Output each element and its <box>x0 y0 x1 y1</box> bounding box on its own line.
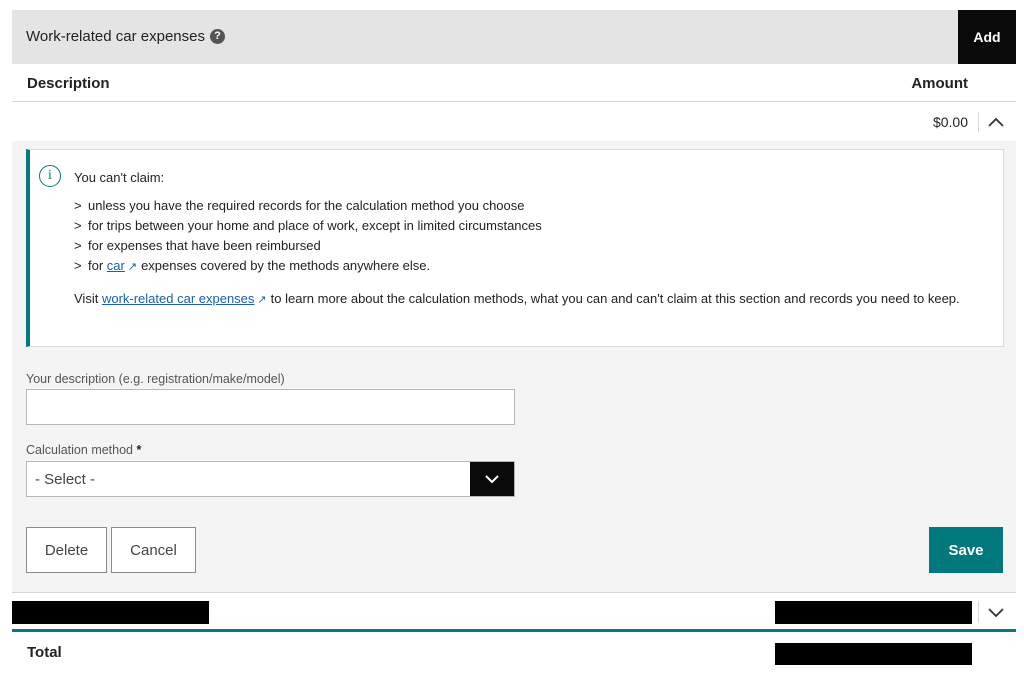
amount-divider <box>978 601 979 623</box>
section-title-text: Work-related car expenses <box>26 28 205 45</box>
description-column-header: Description <box>27 75 110 92</box>
info-title: You can't claim: <box>74 170 165 185</box>
chevron-right-icon: > <box>74 218 82 233</box>
info-callout: i You can't claim: > unless you have the … <box>26 149 1004 347</box>
total-divider <box>12 629 1016 632</box>
amount-divider <box>978 112 979 132</box>
cancel-button[interactable]: Cancel <box>111 527 196 573</box>
chevron-right-icon: > <box>74 258 82 273</box>
chevron-right-icon: > <box>74 198 82 213</box>
redacted-amount <box>775 601 972 624</box>
redacted-total <box>775 643 972 665</box>
list-item: > for car ↗ expenses covered by the methods… <box>74 256 542 276</box>
list-item: > unless you have the required records fo… <box>74 196 542 216</box>
chevron-down-icon <box>485 475 499 484</box>
external-link-icon: ↗ <box>257 294 267 306</box>
required-marker: * <box>136 443 142 457</box>
expanded-expense-item: $0.00 i You can't claim: > unless you hav… <box>12 103 1016 592</box>
work-related-car-expenses-link[interactable]: work-related car expenses <box>102 291 254 306</box>
info-icon: i <box>39 165 61 187</box>
amount-column-header: Amount <box>911 75 968 92</box>
external-link-icon: ↗ <box>127 261 138 273</box>
info-list: > unless you have the required records fo… <box>74 196 542 276</box>
select-toggle[interactable] <box>470 462 514 496</box>
save-button[interactable]: Save <box>929 527 1003 573</box>
list-item: > for expenses that have been reimbursed <box>74 236 542 256</box>
list-item: > for trips between your home and place o… <box>74 216 542 236</box>
section-title: Work-related car expenses ? <box>26 28 225 45</box>
chevron-up-icon[interactable] <box>986 115 1006 129</box>
add-button[interactable]: Add <box>958 10 1016 64</box>
calculation-method-label: Calculation method * <box>26 443 142 457</box>
total-label: Total <box>27 644 62 661</box>
calculation-method-select[interactable]: - Select - <box>26 461 515 497</box>
section-header: Work-related car expenses ? Add <box>12 10 1016 64</box>
item-amount-row[interactable]: $0.00 <box>12 103 1016 141</box>
item-amount: $0.00 <box>932 114 968 130</box>
table-header: Description Amount <box>12 64 1016 102</box>
chevron-down-icon[interactable] <box>986 605 1006 619</box>
car-link[interactable]: car <box>107 258 125 273</box>
description-input[interactable] <box>26 389 515 425</box>
chevron-right-icon: > <box>74 238 82 253</box>
delete-button[interactable]: Delete <box>26 527 107 573</box>
info-paragraph: Visit work-related car expenses ↗ to learn… <box>74 291 960 306</box>
select-value: - Select - <box>35 471 96 488</box>
redacted-description <box>12 601 209 624</box>
help-icon[interactable]: ? <box>209 29 225 44</box>
collapsed-expense-item[interactable] <box>12 592 1016 629</box>
description-label: Your description (e.g. registration/make… <box>26 372 285 386</box>
